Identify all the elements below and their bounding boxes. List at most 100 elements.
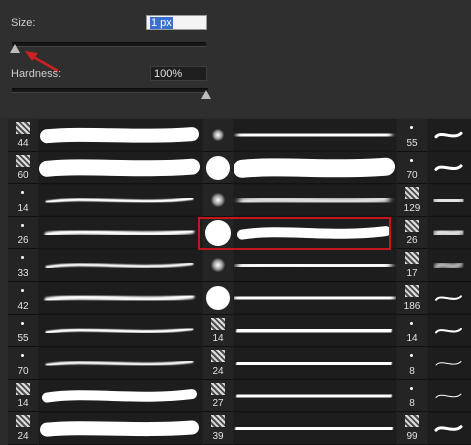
stroke-previews-1 <box>39 127 202 445</box>
brush-stroke-preview[interactable] <box>434 164 463 171</box>
brush-tip-cell[interactable]: 33 <box>8 249 38 282</box>
brush-tip-preview <box>410 354 413 358</box>
brush-size-number: 27 <box>212 398 224 410</box>
brush-tip-preview <box>212 129 224 141</box>
brush-tip-preview <box>211 258 225 273</box>
brush-stroke-preview[interactable] <box>430 193 467 208</box>
brush-stroke-preview[interactable] <box>235 420 393 437</box>
brush-size-number: 99 <box>406 430 418 442</box>
brush-size-number: 55 <box>17 333 29 345</box>
brush-tip-cell[interactable]: 99 <box>397 412 427 445</box>
brush-tip-cell[interactable]: 17 <box>397 249 427 282</box>
brush-tip-preview <box>21 321 24 325</box>
brush-stroke-preview[interactable] <box>233 288 395 309</box>
brush-tip-cell[interactable]: 44 <box>8 119 38 152</box>
brush-tip-cell[interactable]: 27 <box>203 380 233 413</box>
brush-size-number: 44 <box>17 137 29 149</box>
brush-tip-cell[interactable]: 14 <box>8 380 38 413</box>
brush-tip-cell[interactable]: 24 <box>203 347 233 380</box>
brush-tip-cell[interactable]: 39 <box>203 412 233 445</box>
brush-tip-preview <box>21 223 24 227</box>
brush-tip-cell[interactable]: 26 <box>397 217 427 250</box>
brush-tip-cell[interactable]: 14 <box>397 315 427 348</box>
brush-size-number: 186 <box>403 300 421 312</box>
brush-tip-cell[interactable]: 24 <box>8 412 38 445</box>
brush-tip-cell[interactable]: 60 <box>8 152 38 185</box>
brush-stroke-preview[interactable] <box>435 393 462 399</box>
brush-tip-preview <box>410 126 413 129</box>
brush-size-number: 8 <box>409 365 415 377</box>
brush-stroke-preview[interactable] <box>233 157 395 178</box>
brush-size-number: 26 <box>406 235 418 247</box>
brush-size-number: 14 <box>212 333 224 345</box>
brush-tip-cell[interactable]: 55 <box>397 119 427 152</box>
brush-tip-cell[interactable]: 70 <box>8 347 38 380</box>
brush-tip-column-1: 44 60 14 26 33 42 55 70 14 24 <box>8 119 38 445</box>
brush-tip-preview <box>211 193 225 208</box>
hardness-field[interactable]: 100% <box>150 66 207 81</box>
brush-stroke-preview[interactable] <box>236 258 392 273</box>
brush-stroke-preview[interactable] <box>434 131 463 139</box>
brush-size-number: 70 <box>17 365 29 377</box>
hardness-slider-track[interactable] <box>12 88 208 93</box>
brush-stroke-preview[interactable] <box>45 360 194 367</box>
brush-tip-preview <box>21 256 24 260</box>
brush-stroke-preview[interactable] <box>45 327 194 334</box>
brush-tip-preview <box>410 158 413 162</box>
brush-stroke-preview[interactable] <box>236 128 392 143</box>
brush-stroke-preview[interactable] <box>40 420 199 437</box>
brush-stroke-preview[interactable] <box>435 327 462 334</box>
brush-stroke-preview[interactable] <box>236 388 392 403</box>
brush-stroke-column-2 <box>233 119 396 445</box>
brush-tip-cell[interactable]: 14 <box>203 315 233 348</box>
brush-options-panel: Size: 1 px Hardness: 100% <box>0 0 471 117</box>
brush-stroke-preview[interactable] <box>45 197 194 204</box>
brush-stroke-preview[interactable] <box>435 361 462 366</box>
brush-tip-cell[interactable] <box>203 282 233 315</box>
brush-stroke-preview[interactable] <box>39 158 200 177</box>
brush-tip-cell[interactable] <box>203 119 233 152</box>
selected-brush-highlight <box>198 217 391 250</box>
brush-tip-cell[interactable]: 129 <box>397 184 427 217</box>
brush-tip-cell[interactable]: 14 <box>8 184 38 217</box>
brush-tip-cell[interactable]: 26 <box>8 217 38 250</box>
brush-tip-cell[interactable]: 42 <box>8 282 38 315</box>
brush-tip-preview <box>21 191 24 195</box>
brush-stroke-preview[interactable] <box>434 261 463 270</box>
red-arrow-annotation <box>25 51 59 73</box>
brush-size-number: 26 <box>17 235 29 247</box>
hardness-label: Hardness: <box>11 68 62 80</box>
brush-tip-column-2: 14 24 27 39 <box>203 119 233 445</box>
brush-tip-cell[interactable]: 8 <box>397 380 427 413</box>
brush-tip-cell[interactable]: 186 <box>397 282 427 315</box>
brush-tip-cell[interactable] <box>203 184 233 217</box>
brush-stroke-preview[interactable] <box>432 227 465 239</box>
brush-stroke-preview[interactable] <box>44 293 195 303</box>
brush-size-number: 17 <box>406 267 418 279</box>
brush-tip-cell[interactable]: 70 <box>397 152 427 185</box>
brush-stroke-preview[interactable] <box>236 356 392 371</box>
brush-tip-cell[interactable] <box>203 249 233 282</box>
brush-stroke-preview[interactable] <box>236 323 392 338</box>
brush-stroke-preview[interactable] <box>238 194 390 206</box>
brush-tip-preview <box>21 354 24 358</box>
brush-tip-preview <box>206 286 230 310</box>
brush-stroke-preview[interactable] <box>434 425 463 432</box>
brush-stroke-preview[interactable] <box>435 295 462 301</box>
brush-stroke-preview[interactable] <box>45 262 194 269</box>
brush-stroke-preview[interactable] <box>40 127 199 144</box>
brush-tip-preview <box>206 155 230 180</box>
brush-tip-cell[interactable]: 55 <box>8 315 38 348</box>
hardness-slider-thumb[interactable] <box>201 90 211 99</box>
brush-tip-preview <box>16 154 30 167</box>
brush-tip-cell[interactable] <box>203 152 233 185</box>
brush-tip-preview <box>21 289 24 292</box>
brush-stroke-preview[interactable] <box>44 228 195 238</box>
brush-tip-cell[interactable]: 8 <box>397 347 427 380</box>
brush-tip-column-3: 55 70 129 26 17 186 14 8 8 99 <box>397 119 427 445</box>
brush-size-number: 39 <box>212 430 224 442</box>
brush-size-number: 33 <box>17 267 29 279</box>
brush-size-number: 14 <box>17 398 29 410</box>
brush-size-number: 42 <box>17 300 29 312</box>
brush-stroke-preview[interactable] <box>42 389 197 403</box>
